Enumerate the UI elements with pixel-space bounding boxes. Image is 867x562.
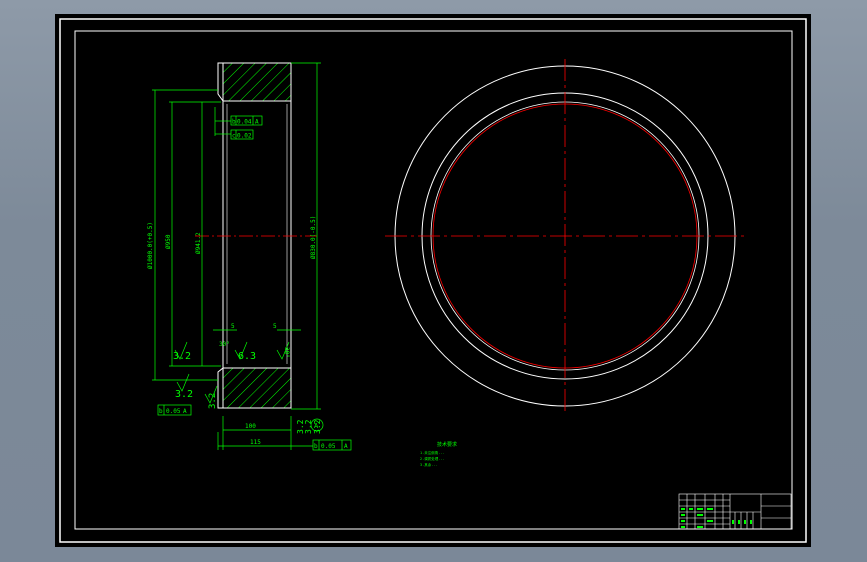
tolerance-frame-2: c 0.02 xyxy=(230,129,254,140)
small-dim-2: 3.2 xyxy=(304,419,313,434)
tf1-value: 0.04 xyxy=(237,119,252,126)
notes-title: 技术要求 xyxy=(437,441,457,448)
chamfer-left: 5 xyxy=(231,323,235,330)
tfbl-datum: A xyxy=(183,408,187,415)
tfbr-datum: A xyxy=(344,443,348,450)
tf1-symbol: b xyxy=(232,119,236,126)
tolerance-frame-bottom-left: b 0.05 A xyxy=(157,404,192,416)
bottom-hatched-section xyxy=(222,367,292,409)
tolerance-frame-bottom-right: b 0.05 A xyxy=(312,439,352,451)
ring-front-view xyxy=(385,59,745,412)
section-view: b 0.04 A c 0.02 b 0.05 A b 0.05 A Ø1000.… xyxy=(147,62,352,451)
technical-notes: 技术要求 1.未注倒角... 2.调质处理... 3.其余... xyxy=(420,441,457,467)
title-block xyxy=(678,493,792,530)
tfbl-value: 0.05 xyxy=(166,408,181,415)
cad-drawing: b 0.04 A c 0.02 b 0.05 A b 0.05 A Ø1000.… xyxy=(59,18,807,543)
tfbr-value: 0.05 xyxy=(321,443,336,450)
drawing-sheet: b 0.04 A c 0.02 b 0.05 A b 0.05 A Ø1000.… xyxy=(55,14,811,547)
tolerance-frame-1: b 0.04 A xyxy=(230,115,263,126)
notes-line-1: 1.未注倒角... xyxy=(420,450,445,455)
dim-bore: Ø941.2 xyxy=(195,232,202,254)
tf2-symbol: c xyxy=(232,133,236,140)
tf1-datum: A xyxy=(255,119,259,126)
notes-line-3: 3.其余... xyxy=(420,462,438,467)
angle-left: 30° xyxy=(219,341,230,348)
dim-width-100: 100 xyxy=(245,423,256,430)
top-hatched-section xyxy=(222,62,292,102)
chamfer-right: 5 xyxy=(273,323,277,330)
dim-left-outer: Ø1000.0(+0.5) xyxy=(147,222,154,269)
roughness-4: 3.2 xyxy=(208,393,218,409)
roughness-3: 6.3 xyxy=(238,351,256,362)
notes-line-2: 2.调质处理... xyxy=(420,456,445,461)
tf2-value: 0.02 xyxy=(237,133,252,140)
dim-left-inner: Ø950 xyxy=(165,234,172,249)
dim-right: Ø830.0(-0.5) xyxy=(310,216,317,259)
section-outline xyxy=(217,62,224,409)
roughness-1: 3.2 xyxy=(173,351,191,362)
dim-width-115: 115 xyxy=(250,439,261,446)
tfbl-symbol: b xyxy=(159,408,163,415)
roughness-2: 3.2 xyxy=(175,389,193,400)
angle-right: 30° xyxy=(283,347,290,358)
tfbr-symbol: b xyxy=(314,443,318,450)
